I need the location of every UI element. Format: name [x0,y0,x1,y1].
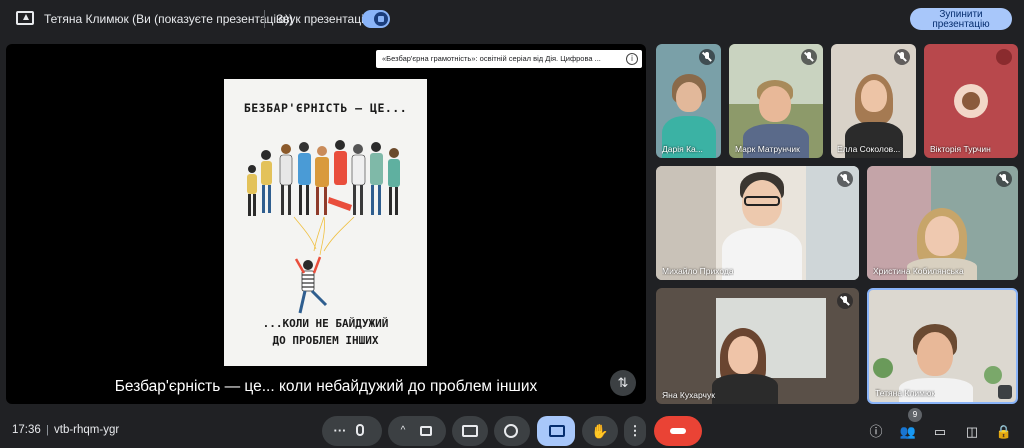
mic-control-group: ··· [322,416,382,446]
tile-options-icon[interactable] [998,385,1012,399]
poster-caption: ...КОЛИ НЕ БАЙДУЖИЙ ДО ПРОБЛЕМ ІНШИХ [224,315,427,349]
presentation-stage: «Безбар'єрна грамотність»: освітній сері… [6,44,646,404]
participant-tile[interactable]: Дарія Ка... [656,44,721,158]
poster-illustration [247,140,400,314]
participant-tile[interactable]: Яна Кухарчук [656,288,859,404]
leave-call-icon [670,428,686,434]
window-background [656,166,716,280]
info-circle-icon[interactable]: ⓘ [866,422,886,442]
chevron-up-icon[interactable]: ^ [396,416,410,446]
participant-name: Марк Матрунчик [735,144,800,154]
emoji-icon [504,424,518,438]
mic-off-red-icon [996,49,1012,65]
present-button[interactable] [537,416,575,446]
swap-icon: ⇅ [617,375,629,390]
mic-off-icon [894,49,910,65]
avatar-image [962,92,980,110]
raise-hand-icon: ✋ [591,423,609,439]
participant-face [925,216,959,256]
more-horizontal-icon[interactable]: ··· [330,416,350,446]
stop-presenting-button[interactable]: Зупинити презентацію [910,8,1012,30]
poster-caption-line1: ...КОЛИ НЕ БАЙДУЖИЙ [262,317,389,330]
presentation-sound-label: Звук презентації [276,12,368,26]
participant-tile[interactable]: Михайло Приходa [656,166,859,280]
participant-tile[interactable]: Марк Матрунчик [729,44,823,158]
plant [984,366,1002,384]
climbing-figure [294,256,328,314]
swap-layout-button[interactable]: ⇅ [610,370,636,396]
captions-icon [462,425,478,437]
participant-name: Вікторія Турчин [930,144,991,154]
participants-count-badge: 9 [908,408,922,422]
poster-caption-line2: ДО ПРОБЛЕМ ІНШИХ [272,334,379,347]
participant-name: Михайло Приходa [662,266,734,276]
participant-body [722,228,802,280]
participant-name: Христина Кобилянська [873,266,964,276]
presentation-sound-toggle[interactable] [362,10,390,28]
presenting-icon [16,11,34,25]
participant-tile[interactable]: Вікторія Турчин [924,44,1018,158]
poster: БЕЗБАР'ЄРНІСТЬ — ЦЕ... ...КОЛИ НЕ БАЙДУЖ… [224,79,427,366]
mic-off-icon [837,293,853,309]
camera-control-group: ^ [388,416,446,446]
clock: 17:36 [12,424,41,436]
roots-illustration [293,216,355,256]
emoji-button[interactable] [494,416,530,446]
participant-face [676,82,702,112]
video-subtitle: Безбар'єрність — це... коли небайдужий д… [114,378,538,395]
participant-name: Тетяна Климюк [875,388,936,398]
plant [873,358,893,378]
bottom-bar: 17:36 | vtb-rhqm-ygr ··· ^ ✋ ⋮ ⓘ 9 👥 ▭ ◫… [0,408,1024,448]
participant-body [712,374,778,404]
mic-off-icon [996,171,1012,187]
participant-face [861,80,887,112]
more-options-button[interactable]: ⋮ [624,416,646,446]
participant-name: Яна Кухарчук [662,390,715,400]
mic-off-icon [837,171,853,187]
participant-name: Дарія Ка... [662,144,703,154]
more-vertical-icon: ⋮ [628,423,642,438]
chat-icon[interactable]: ▭ [930,422,950,442]
mic-off-icon [801,49,817,65]
toggle-knob [374,12,388,26]
camera-icon[interactable] [420,426,432,436]
participant-tile[interactable]: Тетяна Климюк [867,288,1018,404]
presenter-status: Тетяна Климюк (Ви (показуєте презентацію… [44,12,294,26]
present-icon [549,425,565,437]
crowd-illustration [247,140,400,216]
poster-heading: БЕЗБАР'ЄРНІСТЬ — ЦЕ... [243,101,408,115]
host-controls-icon[interactable]: 🔒 [994,422,1014,442]
mic-off-icon [699,49,715,65]
leave-call-button[interactable] [654,416,702,446]
participant-face [728,336,758,374]
participant-tile[interactable]: Христина Кобилянська [867,166,1018,280]
video-title-bar[interactable]: «Безбар'єрна грамотність»: освітній сері… [376,50,642,68]
separator: | [46,424,49,436]
meeting-code: vtb-rhqm-ygr [54,424,120,436]
glasses [744,196,780,206]
divider [264,10,265,28]
mic-icon[interactable] [356,424,364,436]
participant-tile[interactable]: Елла Соколов... [831,44,916,158]
people-icon[interactable]: 👥 [898,422,918,442]
video-title: «Безбар'єрна грамотність»: освітній сері… [382,54,601,63]
top-bar: Тетяна Климюк (Ви (показуєте презентацію… [0,0,1024,40]
captions-button[interactable] [452,416,488,446]
raise-hand-button[interactable]: ✋ [582,416,618,446]
participant-face [917,332,953,376]
participant-name: Елла Соколов... [837,144,901,154]
activities-icon[interactable]: ◫ [962,422,982,442]
info-icon[interactable]: i [626,53,638,65]
participant-face [759,86,791,122]
